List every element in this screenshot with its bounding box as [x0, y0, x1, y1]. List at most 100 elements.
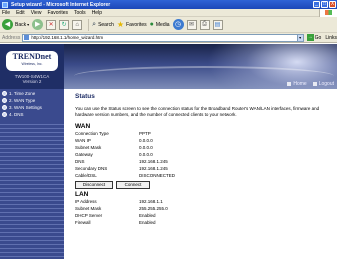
trendnet-logo: TRENDnet Wireless, Inc.	[6, 51, 58, 71]
row-label: Secondary DNS	[75, 166, 108, 171]
row-label: IP Address	[75, 199, 97, 204]
table-row: Subnet Mask 255.255.255.0	[75, 205, 337, 212]
lan-section-title: LAN	[75, 191, 89, 198]
stop-icon: ✕	[46, 19, 57, 30]
nav-dns[interactable]: 4. DNS	[0, 111, 64, 118]
row-value: Enabled	[139, 220, 156, 225]
row-value: 0.0.0.0	[139, 145, 153, 150]
row-label: Gateway	[75, 152, 93, 157]
connect-button[interactable]: Connect	[116, 181, 150, 189]
nav-wan-settings-label: 3. WAN Settings	[9, 105, 42, 110]
favorites-button[interactable]: ★ Favorites	[117, 20, 147, 29]
menu-favorites[interactable]: Favorites	[47, 10, 68, 16]
go-button[interactable]: → Go	[306, 34, 321, 41]
row-label: DHCP Server	[75, 213, 103, 218]
maximize-button[interactable]: □	[321, 1, 328, 8]
bullet-icon	[2, 98, 7, 103]
history-icon: ◷	[172, 19, 184, 30]
bullet-icon	[2, 105, 7, 110]
menu-view[interactable]: View	[31, 10, 42, 16]
mail-button[interactable]: ✉	[186, 19, 197, 30]
page-icon	[24, 35, 30, 40]
model-info: TW100-S4W1CA Version 2	[0, 74, 64, 84]
menu-edit[interactable]: Edit	[16, 10, 25, 16]
address-label: Address	[2, 34, 21, 41]
home-button[interactable]: ⌂	[72, 19, 83, 30]
top-nav: Home Logout	[287, 81, 334, 87]
table-row: Connection Type PPTP	[75, 130, 337, 137]
chevron-down-icon: ▾	[27, 22, 30, 27]
address-dropdown-button[interactable]: ▾	[296, 33, 304, 42]
nav-wan-type[interactable]: 2. WAN Type	[0, 97, 64, 104]
menu-bar: File Edit View Favorites Tools Help	[0, 9, 337, 17]
address-bar: Address ▾ → Go Links	[0, 33, 337, 43]
back-arrow-icon: ◀	[2, 19, 13, 30]
bullet-icon	[2, 91, 7, 96]
history-button[interactable]: ◷	[172, 19, 184, 30]
table-row: DHCP Server Enabled	[75, 212, 337, 219]
star-icon: ★	[116, 20, 125, 29]
row-label: Subnet Mask	[75, 145, 102, 150]
table-row: DNS 192.168.1.245	[75, 158, 337, 165]
row-value: DISCONNECTED	[139, 173, 176, 178]
menu-tools[interactable]: Tools	[74, 10, 86, 16]
bullet-icon	[2, 112, 7, 117]
edit-button[interactable]: ▤	[212, 19, 223, 30]
links-button[interactable]: Links	[325, 35, 337, 41]
back-button[interactable]: ◀ Back ▾	[2, 19, 29, 30]
brand-name: TRENDnet	[12, 52, 52, 61]
logo-block: TRENDnet Wireless, Inc. TW100-S4W1CA Ver…	[0, 44, 64, 89]
favorites-label: Favorites	[126, 21, 147, 28]
stop-button[interactable]: ✕	[46, 19, 57, 30]
refresh-icon: ↻	[59, 19, 70, 30]
table-row: WAN IP 0.0.0.0	[75, 137, 337, 144]
status-content: Status You can use the Status screen to …	[64, 89, 337, 259]
table-row: Subnet Mask 0.0.0.0	[75, 144, 337, 151]
row-value: 255.255.255.0	[139, 206, 168, 211]
home-icon: ⌂	[72, 19, 83, 30]
row-value: 192.168.1.1	[139, 199, 163, 204]
print-button[interactable]: ⎙	[199, 19, 210, 30]
search-button[interactable]: ⌕ Search	[92, 21, 114, 29]
page-title: Status	[75, 93, 95, 100]
header-banner: Home Logout	[64, 44, 337, 89]
minimize-button[interactable]: _	[313, 1, 320, 8]
wizard-menu: 1. Time Zone 2. WAN Type 3. WAN Settings…	[0, 89, 64, 118]
forward-button[interactable]: ▶	[32, 19, 44, 30]
logout-link-label: Logout	[318, 81, 334, 87]
print-icon: ⎙	[199, 19, 210, 30]
home-icon	[287, 82, 292, 86]
address-field[interactable]	[22, 33, 298, 42]
windows-logo-icon	[319, 9, 337, 17]
left-nav: 1. Time Zone 2. WAN Type 3. WAN Settings…	[0, 89, 64, 259]
ie-icon	[2, 1, 8, 8]
menu-file[interactable]: File	[2, 10, 10, 16]
search-label: Search	[98, 21, 114, 28]
row-label: Cable/DSL	[75, 173, 97, 178]
mail-icon: ✉	[186, 19, 197, 30]
nav-wan-settings[interactable]: 3. WAN Settings	[0, 104, 64, 111]
nav-time-zone-label: 1. Time Zone	[9, 91, 36, 96]
title-bar: Setup wizard - Microsoft Internet Explor…	[0, 0, 337, 9]
menu-help[interactable]: Help	[92, 10, 102, 16]
forward-arrow-icon: ▶	[32, 19, 44, 30]
refresh-button[interactable]: ↻	[59, 19, 70, 30]
row-value: 192.168.1.245	[139, 159, 168, 164]
wan-actions: Disconnect Connect	[75, 180, 337, 190]
home-link[interactable]: Home	[287, 81, 307, 87]
disconnect-button[interactable]: Disconnect	[75, 181, 113, 189]
table-row: Firewall Enabled	[75, 219, 337, 226]
model-version: Version 2	[22, 79, 42, 84]
row-value: 192.168.1.245	[139, 166, 168, 171]
nav-time-zone[interactable]: 1. Time Zone	[0, 90, 64, 97]
address-input[interactable]	[31, 34, 272, 41]
wan-section-title: WAN	[75, 123, 91, 130]
row-value: PPTP	[139, 131, 151, 136]
logout-link[interactable]: Logout	[312, 81, 334, 87]
row-label: Connection Type	[75, 131, 109, 136]
row-value: 0.0.0.0	[139, 152, 153, 157]
close-button[interactable]: X	[329, 1, 336, 8]
logout-icon	[312, 82, 317, 86]
media-button[interactable]: ● Media	[150, 21, 170, 28]
nav-dns-label: 4. DNS	[9, 112, 24, 117]
